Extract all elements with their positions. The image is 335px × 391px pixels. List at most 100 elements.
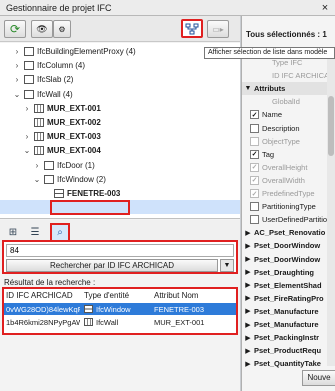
property-set-row[interactable]: ▶ Pset_Manufacture (242, 305, 335, 318)
chevron-right-icon[interactable]: › (32, 161, 42, 170)
property-checkbox-row[interactable]: PredefinedType (242, 187, 335, 200)
scrollbar[interactable] (327, 56, 335, 366)
result-row[interactable]: 1b4R6kmi28NPyPgAWUu9fY IfcWall MUR_EXT-001 (4, 316, 236, 328)
tree-node[interactable]: › IfcSlab (2) (12, 73, 73, 86)
visibility-button[interactable]: 👁 (31, 20, 53, 38)
property-set-row[interactable]: ▶ Pset_DoorWindow (242, 239, 335, 252)
chevron-right-icon[interactable]: ▶ (242, 242, 254, 250)
property-set-label: Pset_PackingInstr (254, 333, 320, 343)
property-label: PartitioningType (262, 202, 316, 212)
tree-node[interactable]: › MUR_EXT-001 (22, 102, 101, 115)
checkbox[interactable] (250, 149, 259, 159)
property-set-row[interactable]: ▶ Pset_Manufacture (242, 318, 335, 331)
chevron-right-icon[interactable]: ▶ (242, 334, 254, 342)
properties-panel: Tous sélectionnés : 1 Type IFC ID IFC ARC… (241, 16, 335, 391)
chevron-right-icon[interactable]: ▶ (242, 281, 254, 289)
property-set-row[interactable]: ▶ Pset_PackingInstr (242, 331, 335, 344)
property-set-row[interactable]: ▶ Pset_Draughting (242, 266, 335, 279)
search-by-id-button[interactable]: Rechercher par ID IFC ARCHICAD (6, 259, 218, 272)
search-mode-dropdown[interactable]: ▼ (220, 259, 234, 272)
chevron-down-icon: ▼ (223, 262, 231, 269)
property-checkbox-row[interactable]: Description (242, 122, 335, 135)
property-checkbox-row[interactable]: OverallHeight (242, 161, 335, 174)
result-row[interactable]: 0vWG28OD)84lewKqFZZvXn IfcWindow FENETRE-0… (4, 303, 236, 315)
section-label: Attributs (254, 84, 286, 94)
chevron-right-icon[interactable]: ▶ (242, 347, 254, 355)
tree-node[interactable]: MUR_EXT-002 (22, 116, 101, 129)
options-icon: ⚙ (58, 24, 66, 34)
tree-node[interactable]: › IfcColumn (4) (12, 59, 85, 72)
chevron-right-icon[interactable]: › (12, 75, 22, 84)
tree-node[interactable]: › IfcBuildingElementProxy (4) (12, 45, 136, 58)
chevron-right-icon[interactable]: ▶ (242, 321, 254, 329)
chevron-right-icon[interactable]: › (12, 47, 22, 56)
chevron-right-icon[interactable]: › (22, 104, 32, 113)
property-set-row[interactable]: ▶ AC_Pset_Renovatio (242, 226, 335, 239)
checkbox[interactable] (250, 202, 259, 212)
property-checkbox-row[interactable]: UserDefinedPartitio (242, 213, 335, 226)
hierarchy-view-icon[interactable]: ⊞ (4, 225, 22, 241)
column-header-id[interactable]: ID IFC ARCHICAD (6, 291, 73, 300)
result-id: 0vWG28OD)84lewKqFZZvXn (6, 304, 80, 314)
property-checkbox-row[interactable]: Name (242, 108, 335, 121)
chevron-down-icon[interactable]: ⌄ (12, 90, 22, 99)
close-icon[interactable]: × (319, 2, 331, 14)
model-select-button[interactable]: ▭▸ (207, 20, 229, 38)
scrollbar-thumb[interactable] (328, 96, 334, 156)
tree-node[interactable]: › IfcDoor (1) (32, 159, 95, 172)
tree-node[interactable]: ⌄ IfcWall (4) (12, 88, 73, 101)
property-set-row[interactable]: ▶ Pset_FireRatingPro (242, 292, 335, 305)
property-checkbox-row[interactable]: ObjectType (242, 135, 335, 148)
checkbox[interactable] (250, 162, 259, 172)
property-checkbox-row[interactable]: PartitioningType (242, 200, 335, 213)
chevron-right-icon[interactable]: ▶ (242, 360, 254, 368)
checkbox[interactable] (250, 136, 259, 146)
tree-node-label: FENETRE-003 (67, 189, 121, 198)
wall-icon (34, 118, 44, 127)
tree-node[interactable]: ⌄ MUR_EXT-004 (22, 144, 101, 157)
chevron-right-icon[interactable]: ▶ (242, 307, 254, 315)
tree-node[interactable]: ⌄ IfcWindow (2) (32, 173, 106, 186)
property-row[interactable]: GlobalId (242, 95, 335, 108)
property-checkbox-row[interactable]: Tag (242, 148, 335, 161)
chevron-right-icon[interactable]: ▶ (242, 268, 254, 276)
property-label: PredefinedType (262, 189, 315, 198)
search-input[interactable] (6, 244, 234, 257)
property-row[interactable]: ID IFC ARCHICAD (242, 69, 335, 82)
checkbox[interactable] (250, 123, 259, 133)
chevron-down-icon[interactable]: ⌄ (22, 146, 32, 155)
new-button[interactable]: Nouve (302, 370, 335, 386)
chevron-down-icon[interactable]: ⌄ (32, 175, 42, 184)
property-set-row[interactable]: ▶ Pset_QuantityTake (242, 357, 335, 370)
property-set-label: Pset_DoorWindow (254, 241, 321, 251)
checkbox[interactable] (250, 175, 259, 185)
section-header[interactable]: ▼ Attributs (242, 82, 335, 96)
refresh-button[interactable]: ⟳ (4, 20, 26, 38)
folder-icon (44, 160, 54, 170)
property-set-row[interactable]: ▶ Pset_DoorWindow (242, 253, 335, 266)
column-header-type[interactable]: Type d'entité (84, 291, 129, 300)
checkbox[interactable] (250, 189, 259, 198)
chevron-right-icon[interactable]: ▶ (242, 229, 254, 237)
checkbox[interactable] (250, 215, 259, 225)
chevron-right-icon[interactable]: › (22, 132, 32, 141)
show-selection-in-model-button[interactable] (181, 19, 203, 38)
window-title: Gestionnaire de projet IFC (6, 3, 112, 13)
results-label: Résultat de la recherche : (4, 278, 96, 287)
checkbox[interactable] (250, 110, 259, 120)
property-set-row[interactable]: ▶ Pset_ElementShad (242, 279, 335, 292)
property-set-row[interactable]: ▶ Pset_ProductRequ (242, 344, 335, 357)
title-bar: Gestionnaire de projet IFC × (0, 0, 335, 16)
visibility-options-button[interactable]: ⚙ (53, 20, 71, 38)
property-checkbox-row[interactable]: OverallWidth (242, 174, 335, 187)
chevron-down-icon[interactable]: ▼ (242, 85, 254, 92)
tree-node[interactable]: › MUR_EXT-003 (22, 130, 101, 143)
list-view-icon[interactable]: ☰ (26, 225, 44, 241)
property-label: UserDefinedPartitio (262, 215, 328, 225)
tree-node[interactable]: FENETRE-003 (42, 187, 120, 200)
chevron-right-icon[interactable]: › (12, 61, 22, 70)
chevron-right-icon[interactable]: ▶ (242, 255, 254, 263)
column-header-name[interactable]: Attribut Nom (154, 291, 198, 300)
chevron-right-icon[interactable]: ▶ (242, 294, 254, 302)
tree-node-label: MUR_EXT-003 (47, 132, 101, 142)
